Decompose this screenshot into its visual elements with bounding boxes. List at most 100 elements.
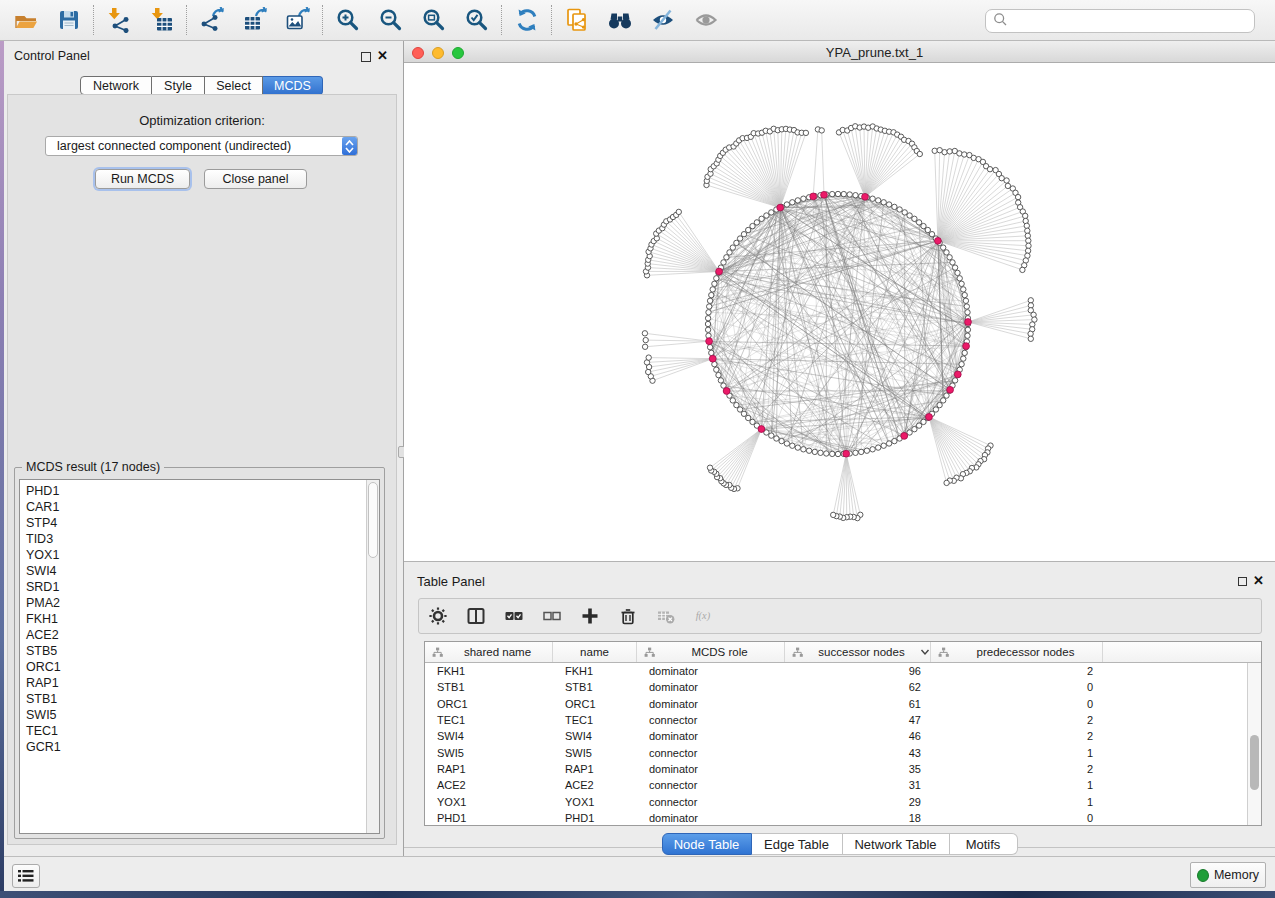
cell[interactable]: SWI4 — [553, 730, 637, 742]
cell[interactable]: 18 — [785, 812, 931, 824]
float-panel-icon[interactable] — [361, 52, 371, 62]
cell[interactable]: TEC1 — [553, 714, 637, 726]
cell[interactable]: connector — [637, 747, 785, 759]
delete-row-button[interactable] — [619, 607, 637, 625]
table-row-STB1[interactable]: STB1STB1dominator620 — [425, 679, 1261, 695]
result-list-item[interactable]: CAR1 — [26, 499, 379, 515]
close-panel-button[interactable]: Close panel — [204, 169, 307, 189]
cell[interactable]: dominator — [637, 812, 785, 824]
window-close-light[interactable] — [412, 47, 424, 59]
result-list-item[interactable]: TEC1 — [26, 723, 379, 739]
export-image-button[interactable] — [276, 2, 319, 38]
run-mcds-button[interactable]: Run MCDS — [95, 169, 190, 189]
import-network-button[interactable] — [97, 2, 140, 38]
tab-network-table[interactable]: Network Table — [843, 833, 950, 855]
memory-button[interactable]: Memory — [1190, 862, 1266, 888]
cell[interactable]: FKH1 — [553, 665, 637, 677]
result-list-item[interactable]: PMA2 — [26, 595, 379, 611]
zoom-out-button[interactable] — [369, 2, 412, 38]
cell[interactable]: RAP1 — [425, 763, 553, 775]
cell[interactable]: FKH1 — [425, 665, 553, 677]
cell[interactable]: ORC1 — [553, 698, 637, 710]
search-field[interactable] — [985, 9, 1255, 33]
column-header-predecessor-nodes[interactable]: predecessor nodes — [931, 642, 1103, 662]
cell[interactable]: 29 — [785, 796, 931, 808]
cell[interactable]: 0 — [931, 698, 1103, 710]
cell[interactable]: PHD1 — [553, 812, 637, 824]
cell[interactable]: connector — [637, 779, 785, 791]
export-table-button[interactable] — [233, 2, 276, 38]
cell[interactable]: 43 — [785, 747, 931, 759]
column-header-MCDS-role[interactable]: MCDS role — [637, 642, 785, 662]
result-list-item[interactable]: ORC1 — [26, 659, 379, 675]
result-list-item[interactable]: RAP1 — [26, 675, 379, 691]
search-input[interactable] — [1008, 14, 1254, 28]
cell[interactable]: RAP1 — [553, 763, 637, 775]
table-settings-button[interactable] — [429, 607, 447, 625]
tab-edge-table[interactable]: Edge Table — [752, 833, 843, 855]
cell[interactable]: dominator — [637, 665, 785, 677]
cell[interactable]: connector — [637, 714, 785, 726]
duplicate-network-button[interactable] — [555, 2, 598, 38]
cell[interactable]: 46 — [785, 730, 931, 742]
cell[interactable]: 2 — [931, 714, 1103, 726]
table-row-RAP1[interactable]: RAP1RAP1dominator352 — [425, 761, 1261, 777]
cell[interactable]: 61 — [785, 698, 931, 710]
cell[interactable]: ORC1 — [425, 698, 553, 710]
cell[interactable]: ACE2 — [425, 779, 553, 791]
cell[interactable]: 62 — [785, 681, 931, 693]
cell[interactable]: SWI4 — [425, 730, 553, 742]
cell[interactable]: 0 — [931, 812, 1103, 824]
zoom-selected-button[interactable] — [455, 2, 498, 38]
tab-motifs[interactable]: Motifs — [950, 833, 1018, 855]
cell[interactable]: 1 — [931, 779, 1103, 791]
column-header-shared-name[interactable]: shared name — [425, 642, 553, 662]
table-row-FKH1[interactable]: FKH1FKH1dominator962 — [425, 663, 1261, 679]
cell[interactable]: connector — [637, 796, 785, 808]
result-list-item[interactable]: STB5 — [26, 643, 379, 659]
cell[interactable]: SWI5 — [425, 747, 553, 759]
column-header-name[interactable]: name — [553, 642, 637, 662]
cell[interactable]: 47 — [785, 714, 931, 726]
table-row-TEC1[interactable]: TEC1TEC1connector472 — [425, 712, 1261, 728]
result-list-item[interactable]: FKH1 — [26, 611, 379, 627]
table-scrollbar[interactable] — [1247, 663, 1261, 825]
cell[interactable]: 31 — [785, 779, 931, 791]
cell[interactable]: TEC1 — [425, 714, 553, 726]
close-panel-icon[interactable]: ✕ — [377, 48, 388, 63]
result-list-item[interactable]: TID3 — [26, 531, 379, 547]
tab-network[interactable]: Network — [80, 76, 152, 95]
cell[interactable]: 0 — [931, 681, 1103, 693]
add-row-button[interactable] — [581, 607, 599, 625]
cell[interactable]: YOX1 — [553, 796, 637, 808]
cell[interactable]: PHD1 — [425, 812, 553, 824]
result-list-item[interactable]: STP4 — [26, 515, 379, 531]
cell[interactable]: dominator — [637, 698, 785, 710]
column-header-successor-nodes[interactable]: successor nodes — [785, 642, 931, 662]
tab-select[interactable]: Select — [205, 76, 263, 95]
table-row-YOX1[interactable]: YOX1YOX1connector291 — [425, 793, 1261, 809]
hide-graphics-details-button[interactable] — [641, 2, 684, 38]
refresh-view-button[interactable] — [505, 2, 548, 38]
tab-node-table[interactable]: Node Table — [662, 833, 752, 855]
table-float-icon[interactable] — [1238, 577, 1247, 586]
result-list-item[interactable]: STB1 — [26, 691, 379, 707]
cell[interactable]: dominator — [637, 681, 785, 693]
cell[interactable]: dominator — [637, 730, 785, 742]
open-file-button[interactable] — [4, 2, 47, 38]
table-row-ACE2[interactable]: ACE2ACE2connector311 — [425, 777, 1261, 793]
zoom-fit-button[interactable] — [412, 2, 455, 38]
optimization-criterion-select[interactable]: largest connected component (undirected) — [45, 136, 358, 156]
cell[interactable]: 1 — [931, 747, 1103, 759]
result-list-item[interactable]: GCR1 — [26, 739, 379, 755]
result-list-item[interactable]: SWI4 — [26, 563, 379, 579]
result-list-item[interactable]: SRD1 — [26, 579, 379, 595]
table-close-icon[interactable]: ✕ — [1253, 573, 1264, 588]
cell[interactable]: 2 — [931, 665, 1103, 677]
table-row-SWI4[interactable]: SWI4SWI4dominator462 — [425, 728, 1261, 744]
cell[interactable]: STB1 — [425, 681, 553, 693]
tab-style[interactable]: Style — [152, 76, 205, 95]
export-network-button[interactable] — [190, 2, 233, 38]
show-columns-button[interactable] — [467, 607, 485, 625]
result-list-item[interactable]: SWI5 — [26, 707, 379, 723]
